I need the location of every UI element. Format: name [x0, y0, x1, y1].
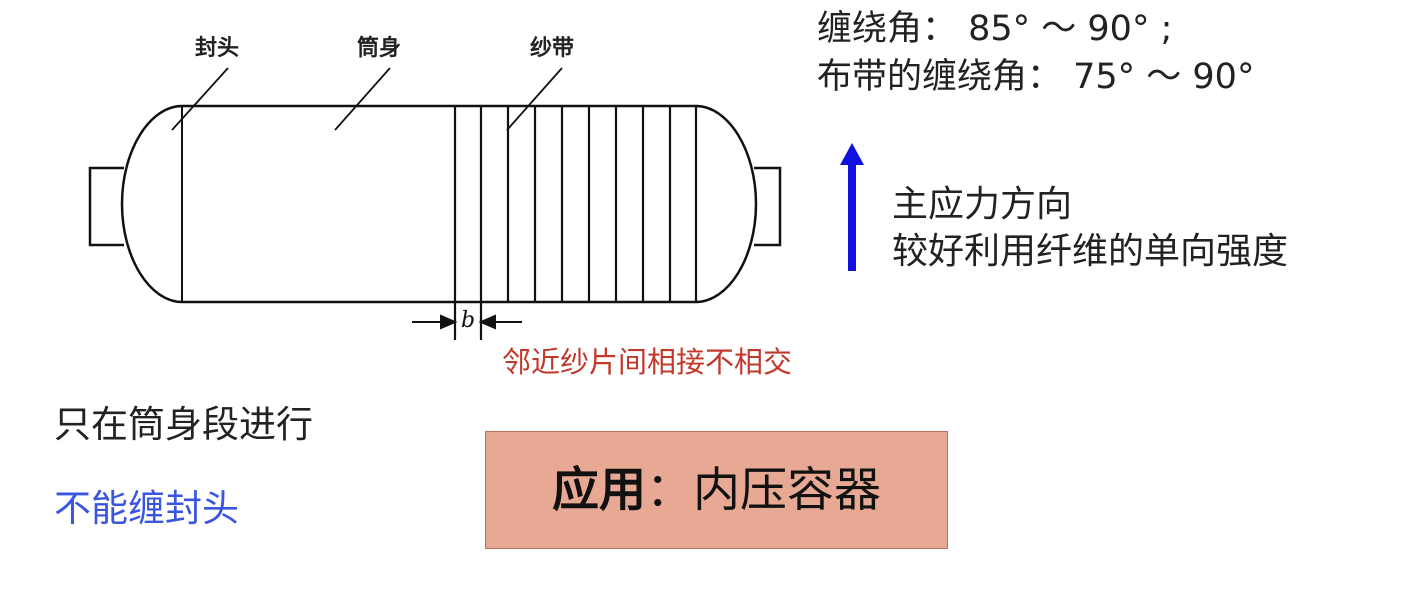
application-value: 内压容器	[693, 462, 881, 518]
right-nozzle	[754, 166, 782, 247]
body-leader	[334, 67, 391, 131]
application-label: 应用	[552, 462, 646, 518]
winding-angle-text: 缠绕角： 85° ～ 90° ;	[817, 9, 1173, 49]
no-head-winding-note: 不能缠封头	[54, 487, 239, 530]
arrow-up-icon	[840, 143, 864, 271]
leader-lines	[171, 67, 563, 131]
application-colon: ：	[646, 462, 693, 518]
application-box: 应用 ： 内压容器	[485, 431, 948, 549]
left-nozzle	[88, 166, 124, 247]
gap-label: b	[461, 308, 476, 333]
adjacent-bands-note: 邻近纱片间相接不相交	[502, 345, 793, 379]
stress-direction-text: 主应力方向	[892, 184, 1073, 225]
vessel-outline	[120, 104, 758, 304]
fiber-strength-text: 较好利用纤维的单向强度	[892, 231, 1289, 272]
body-only-note: 只在筒身段进行	[54, 403, 313, 446]
tape-winding-angle-text: 布带的缠绕角： 75° ～ 90°	[817, 57, 1255, 97]
head-leader	[171, 67, 229, 131]
body-label: 筒身	[357, 35, 402, 61]
winding-bands	[453, 106, 698, 340]
band-label: 纱带	[530, 35, 575, 61]
head-label: 封头	[195, 35, 240, 61]
